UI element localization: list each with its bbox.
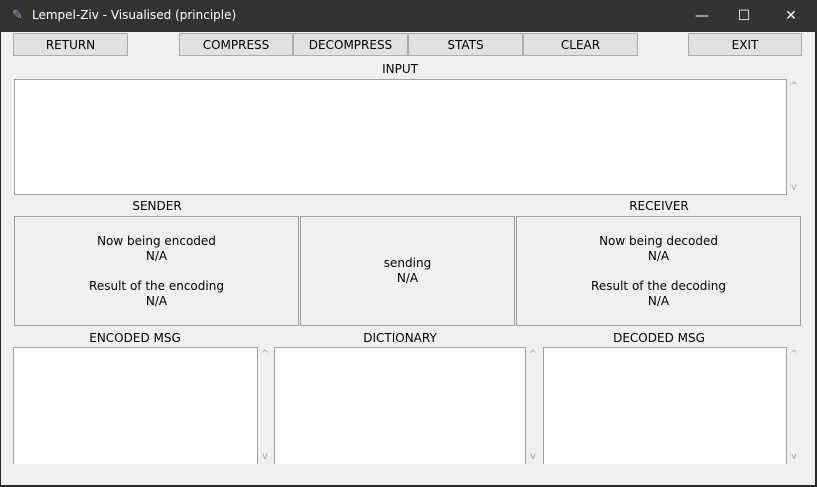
sender-label: SENDER [132, 199, 182, 213]
channel-panel: sending N/A [300, 216, 515, 326]
encoded-msg-textarea[interactable] [13, 347, 258, 464]
scroll-up-icon[interactable]: ^ [790, 81, 798, 92]
maximize-button[interactable]: ☐ [721, 0, 767, 32]
minimize-button[interactable]: — [679, 0, 725, 32]
main-content: RETURN COMPRESS DECOMPRESS STATS CLEAR E… [1, 32, 815, 485]
decoded-msg-scrollbar[interactable]: ^ v [787, 347, 801, 464]
decoded-msg-label: DECODED MSG [613, 331, 705, 345]
dictionary-scrollbar[interactable]: ^ v [526, 347, 540, 464]
encoded-msg-scrollbar[interactable]: ^ v [258, 347, 272, 464]
clear-button[interactable]: CLEAR [523, 33, 638, 56]
receiver-result-label: Result of the decoding [591, 278, 726, 293]
sending-label: sending [383, 256, 432, 270]
stats-button[interactable]: STATS [408, 33, 523, 56]
decompress-button[interactable]: DECOMPRESS [293, 33, 408, 56]
sender-now-label: Now being encoded [97, 233, 216, 248]
scroll-up-icon[interactable]: ^ [529, 349, 537, 360]
title-bar: ✎ Lempel-Ziv - Visualised (principle) — … [0, 0, 817, 32]
sender-result-value: N/A [145, 293, 168, 308]
receiver-panel: Now being decoded N/A Result of the deco… [516, 216, 801, 326]
receiver-now-value: N/A [647, 248, 670, 263]
receiver-result-value: N/A [647, 293, 670, 308]
dictionary-textarea[interactable] [274, 347, 526, 464]
sender-panel: Now being encoded N/A Result of the enco… [14, 216, 299, 326]
decoded-msg-textarea[interactable] [543, 347, 787, 464]
scroll-up-icon[interactable]: ^ [790, 349, 798, 360]
scroll-down-icon[interactable]: v [791, 182, 797, 193]
scroll-up-icon[interactable]: ^ [261, 349, 269, 360]
input-label: INPUT [382, 62, 418, 76]
exit-button[interactable]: EXIT [688, 33, 802, 56]
return-button[interactable]: RETURN [13, 33, 128, 56]
sending-value: N/A [396, 271, 419, 285]
compress-button[interactable]: COMPRESS [179, 33, 293, 56]
dictionary-label: DICTIONARY [363, 331, 437, 345]
input-textarea[interactable] [14, 79, 787, 195]
close-button[interactable]: ✕ [768, 0, 814, 32]
receiver-label: RECEIVER [629, 199, 689, 213]
window-title: Lempel-Ziv - Visualised (principle) [32, 8, 237, 22]
scroll-down-icon[interactable]: v [262, 451, 268, 462]
app-feather-icon: ✎ [12, 8, 23, 23]
input-scrollbar[interactable]: ^ v [787, 79, 801, 195]
scroll-down-icon[interactable]: v [530, 451, 536, 462]
receiver-now-label: Now being decoded [599, 233, 718, 248]
sender-now-value: N/A [145, 248, 168, 263]
encoded-msg-label: ENCODED MSG [89, 331, 181, 345]
sender-result-label: Result of the encoding [89, 278, 224, 293]
scroll-down-icon[interactable]: v [791, 451, 797, 462]
